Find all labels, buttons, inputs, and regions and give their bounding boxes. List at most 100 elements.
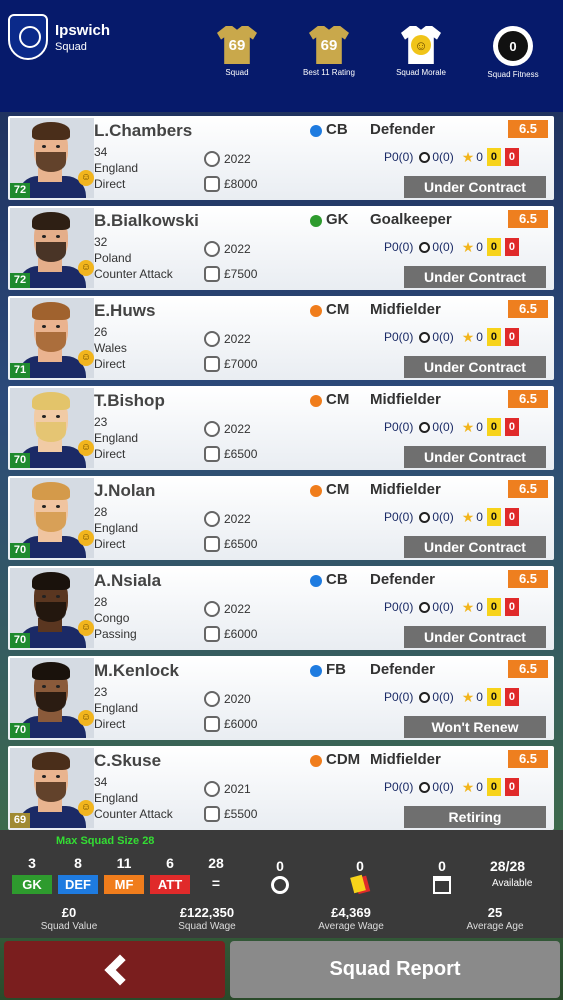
contract-calendar-icon: [204, 691, 220, 707]
back-button[interactable]: [4, 941, 225, 998]
morale-smiley-icon: ☺: [78, 170, 94, 186]
goals: 0(0): [432, 240, 454, 254]
player-info: 34 England Direct: [94, 144, 138, 192]
position-dot: [310, 305, 322, 317]
mf-label: MF: [104, 875, 144, 894]
player-role: Midfielder: [370, 481, 441, 498]
squad-rating-stat[interactable]: 69 Squad: [192, 26, 282, 77]
player-age: 23: [94, 685, 108, 699]
portrait-beard: [36, 332, 66, 352]
max-squad-size: Max Squad Size 28: [56, 835, 155, 847]
gk-count: 3: [28, 855, 36, 871]
star-icon: ★: [461, 778, 475, 795]
player-nation: Poland: [94, 251, 132, 265]
wage-icon: [204, 356, 220, 372]
squad-morale-stat[interactable]: ☺ Squad Morale: [376, 26, 466, 77]
player-wage: £8000: [224, 177, 258, 191]
player-stats-row: P0(0) 0(0) ★ 0 0 0: [384, 328, 519, 346]
position-dot: [310, 395, 322, 407]
player-name: A.Nsiala: [94, 571, 162, 590]
player-card[interactable]: 69 ☺ C.Skuse 34 England Counter Attack 2…: [8, 746, 554, 830]
red-card-count: 0: [504, 418, 519, 436]
contract-status-button[interactable]: Under Contract: [404, 536, 546, 558]
player-info: 26 Wales Direct: [94, 324, 127, 372]
player-role: Defender: [370, 661, 436, 678]
yellow-card-count: 0: [486, 688, 501, 706]
player-info: 23 England Direct: [94, 684, 138, 732]
portrait-eye: [56, 235, 60, 238]
squad-summary: Max Squad Size 28 3 GK 8 DEF 11 MF 6 ATT…: [0, 830, 563, 938]
player-name: M.Kenlock: [94, 661, 180, 680]
gk-label: GK: [12, 875, 52, 894]
player-card[interactable]: 70 ☺ T.Bishop 23 England Direct 2022 £65…: [8, 386, 554, 470]
portrait-hair: [32, 482, 70, 500]
player-card[interactable]: 72 ☺ B.Bialkowski 32 Poland Counter Atta…: [8, 206, 554, 290]
portrait-eye: [56, 505, 60, 508]
ball-icon: [419, 331, 431, 343]
player-wage: £7500: [224, 267, 258, 281]
portrait-beard: [36, 602, 66, 622]
cards-icon: [350, 874, 366, 894]
player-wage: £5500: [224, 807, 258, 821]
squad-fitness-label: Squad Fitness: [487, 70, 539, 79]
portrait-eye: [42, 415, 46, 418]
att-label: ATT: [150, 875, 190, 894]
player-card[interactable]: 72 ☺ L.Chambers 34 England Direct 2022 £…: [8, 116, 554, 200]
player-age: 34: [94, 775, 108, 789]
position-dot: [310, 665, 322, 677]
star-count: 0: [476, 690, 483, 704]
def-count: 8: [74, 855, 82, 871]
player-role: Goalkeeper: [370, 211, 452, 228]
overall-rating-badge: 71: [10, 363, 30, 378]
player-card[interactable]: 70 ☺ J.Nolan 28 England Direct 2022 £650…: [8, 476, 554, 560]
contract-status-button[interactable]: Under Contract: [404, 446, 546, 468]
red-card-count: 0: [504, 328, 519, 346]
squad-report-button[interactable]: Squad Report: [230, 941, 560, 998]
portrait-eye: [56, 685, 60, 688]
portrait-beard: [36, 152, 66, 172]
squad-morale-label: Squad Morale: [396, 68, 446, 77]
contract-status-button[interactable]: Under Contract: [404, 266, 546, 288]
star-count: 0: [476, 240, 483, 254]
contract-status-button[interactable]: Won't Renew: [404, 716, 546, 738]
player-age: 23: [94, 415, 108, 429]
contract-year: 2022: [224, 332, 251, 346]
morale-smiley-icon: ☺: [78, 800, 94, 816]
yellow-card-count: 0: [486, 148, 501, 166]
player-role: Midfielder: [370, 391, 441, 408]
contract-status-button[interactable]: Under Contract: [404, 356, 546, 378]
star-icon: ★: [461, 418, 475, 435]
player-card[interactable]: 70 ☺ A.Nsiala 28 Congo Passing 2022 £600…: [8, 566, 554, 650]
position-code: CB: [326, 121, 348, 138]
best11-rating-stat[interactable]: 69 Best 11 Rating: [284, 26, 374, 77]
contract-status-button[interactable]: Under Contract: [404, 176, 546, 198]
average-age-label: Average Age: [466, 921, 524, 932]
portrait-eye: [42, 325, 46, 328]
player-stats-row: P0(0) 0(0) ★ 0 0 0: [384, 778, 519, 796]
player-nation: England: [94, 161, 139, 175]
star-icon: ★: [461, 598, 475, 615]
wage-icon: [204, 806, 220, 822]
squad-fitness-stat[interactable]: 0 Squad Fitness: [468, 26, 558, 79]
player-stats-row: P0(0) 0(0) ★ 0 0 0: [384, 598, 519, 616]
ball-icon: [419, 421, 431, 433]
wage-icon: [204, 266, 220, 282]
contract-status-button[interactable]: Retiring: [404, 806, 546, 828]
overall-rating-badge: 72: [10, 273, 30, 288]
player-card[interactable]: 71 ☺ E.Huws 26 Wales Direct 2022 £7000 C…: [8, 296, 554, 380]
player-name: E.Huws: [94, 301, 156, 320]
ball-icon: [419, 151, 431, 163]
appearances: P0(0): [384, 600, 414, 614]
player-info: 32 Poland Counter Attack: [94, 234, 173, 282]
smiley-icon: ☺: [411, 35, 431, 55]
contract-status-button[interactable]: Under Contract: [404, 626, 546, 648]
player-nation: England: [94, 431, 139, 445]
portrait-hair: [32, 122, 70, 140]
star-icon: ★: [461, 508, 475, 525]
player-card[interactable]: 70 ☺ M.Kenlock 23 England Direct 2020 £6…: [8, 656, 554, 740]
player-wage: £6500: [224, 447, 258, 461]
morale-smiley-icon: ☺: [78, 620, 94, 636]
red-card-count: 0: [504, 238, 519, 256]
overall-rating-badge: 70: [10, 543, 30, 558]
match-rating: 6.5: [508, 660, 548, 678]
